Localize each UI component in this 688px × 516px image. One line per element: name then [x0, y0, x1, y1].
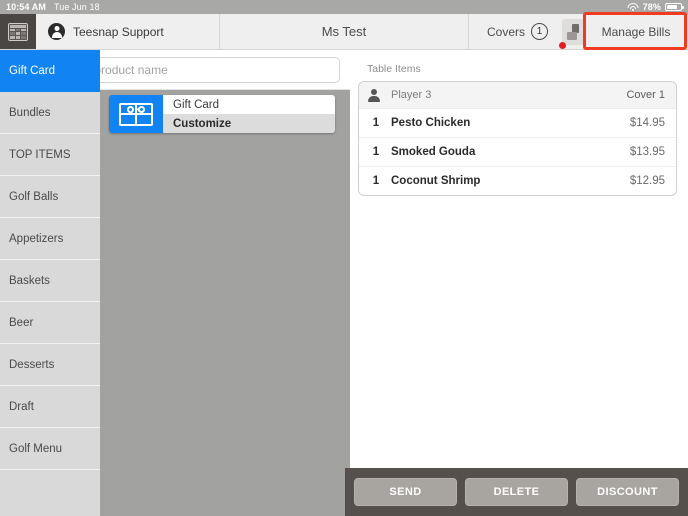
sidebar-item-baskets[interactable]: Baskets [0, 260, 100, 302]
item-quantity: 1 [372, 146, 380, 158]
sidebar-item-appetizers[interactable]: Appetizers [0, 218, 100, 260]
table-items-label: Table Items [367, 63, 421, 75]
product-name-label: Gift Card [163, 95, 335, 114]
item-name: Smoked Gouda [391, 146, 476, 158]
item-quantity: 1 [372, 175, 380, 187]
grid-menu-icon [8, 22, 28, 41]
sidebar-item-gift-card[interactable]: Gift Card [0, 50, 100, 92]
person-icon [48, 23, 65, 40]
order-panel: Table Items Player 3 Cover 1 1 Pesto Chi… [350, 50, 688, 516]
sidebar-item-golf-menu[interactable]: Golf Menu [0, 428, 100, 470]
table-row[interactable]: 1 Pesto Chicken $14.95 [359, 108, 676, 137]
sidebar-item-top-items[interactable]: TOP ITEMS [0, 134, 100, 176]
sidebar-item-desserts[interactable]: Desserts [0, 344, 100, 386]
item-price: $12.95 [629, 175, 665, 187]
order-card: Player 3 Cover 1 1 Pesto Chicken $14.95 … [358, 81, 677, 196]
status-date: Tue Jun 18 [53, 2, 100, 12]
user-account-button[interactable]: Teesnap Support [36, 14, 220, 49]
player-name-label: Player 3 [391, 89, 432, 101]
order-card-header[interactable]: Player 3 Cover 1 [359, 82, 676, 108]
sidebar-item-golf-balls[interactable]: Golf Balls [0, 176, 100, 218]
printer-device-icon [566, 23, 580, 40]
item-price: $13.95 [629, 146, 665, 158]
top-navigation-bar: Teesnap Support Ms Test Covers 1 Manage … [0, 14, 688, 50]
manage-bills-button[interactable]: Manage Bills [584, 14, 688, 49]
item-name: Pesto Chicken [391, 117, 471, 129]
status-right-cluster: 78% [627, 2, 684, 12]
table-row[interactable]: 1 Smoked Gouda $13.95 [359, 137, 676, 166]
product-tile-gift-card[interactable]: Gift Card Customize [109, 95, 335, 133]
battery-icon [665, 3, 684, 11]
grid-menu-button[interactable] [0, 14, 36, 49]
order-action-footer: SEND DELETE DISCOUNT [345, 468, 688, 516]
discount-button[interactable]: DISCOUNT [576, 478, 679, 506]
product-panel: Gift Card Customize [100, 90, 350, 516]
product-tile-text: Gift Card Customize [163, 95, 335, 133]
covers-count-badge: 1 [531, 23, 548, 40]
pos-app-screen: 10:54 AM Tue Jun 18 78% Teesnap Support … [0, 0, 688, 516]
page-title: Ms Test [220, 14, 469, 49]
printer-device-button[interactable] [559, 18, 584, 49]
category-sidebar: Gift Card Bundles TOP ITEMS Golf Balls A… [0, 50, 100, 516]
battery-percent: 78% [642, 2, 661, 12]
covers-button[interactable]: Covers 1 [469, 23, 556, 40]
send-button[interactable]: SEND [354, 478, 457, 506]
item-quantity: 1 [372, 117, 380, 129]
wifi-icon [627, 2, 639, 12]
status-time: 10:54 AM [6, 2, 46, 12]
item-name: Coconut Shrimp [391, 175, 481, 187]
sidebar-item-beer[interactable]: Beer [0, 302, 100, 344]
gift-card-icon [119, 102, 153, 126]
person-avatar-icon [367, 89, 380, 102]
item-price: $14.95 [629, 117, 665, 129]
cover-label: Cover 1 [626, 89, 665, 101]
covers-label: Covers [486, 24, 525, 39]
ios-status-bar: 10:54 AM Tue Jun 18 78% [0, 0, 688, 14]
sidebar-item-draft[interactable]: Draft [0, 386, 100, 428]
product-thumbnail [109, 95, 163, 133]
notification-dot-icon [559, 41, 566, 49]
nav-right-section: Covers 1 Manage Bills [469, 14, 688, 49]
table-row[interactable]: 1 Coconut Shrimp $12.95 [359, 166, 676, 195]
delete-button[interactable]: DELETE [465, 478, 568, 506]
sidebar-item-bundles[interactable]: Bundles [0, 92, 100, 134]
product-customize-button[interactable]: Customize [163, 114, 335, 133]
user-name-label: Teesnap Support [73, 24, 164, 39]
